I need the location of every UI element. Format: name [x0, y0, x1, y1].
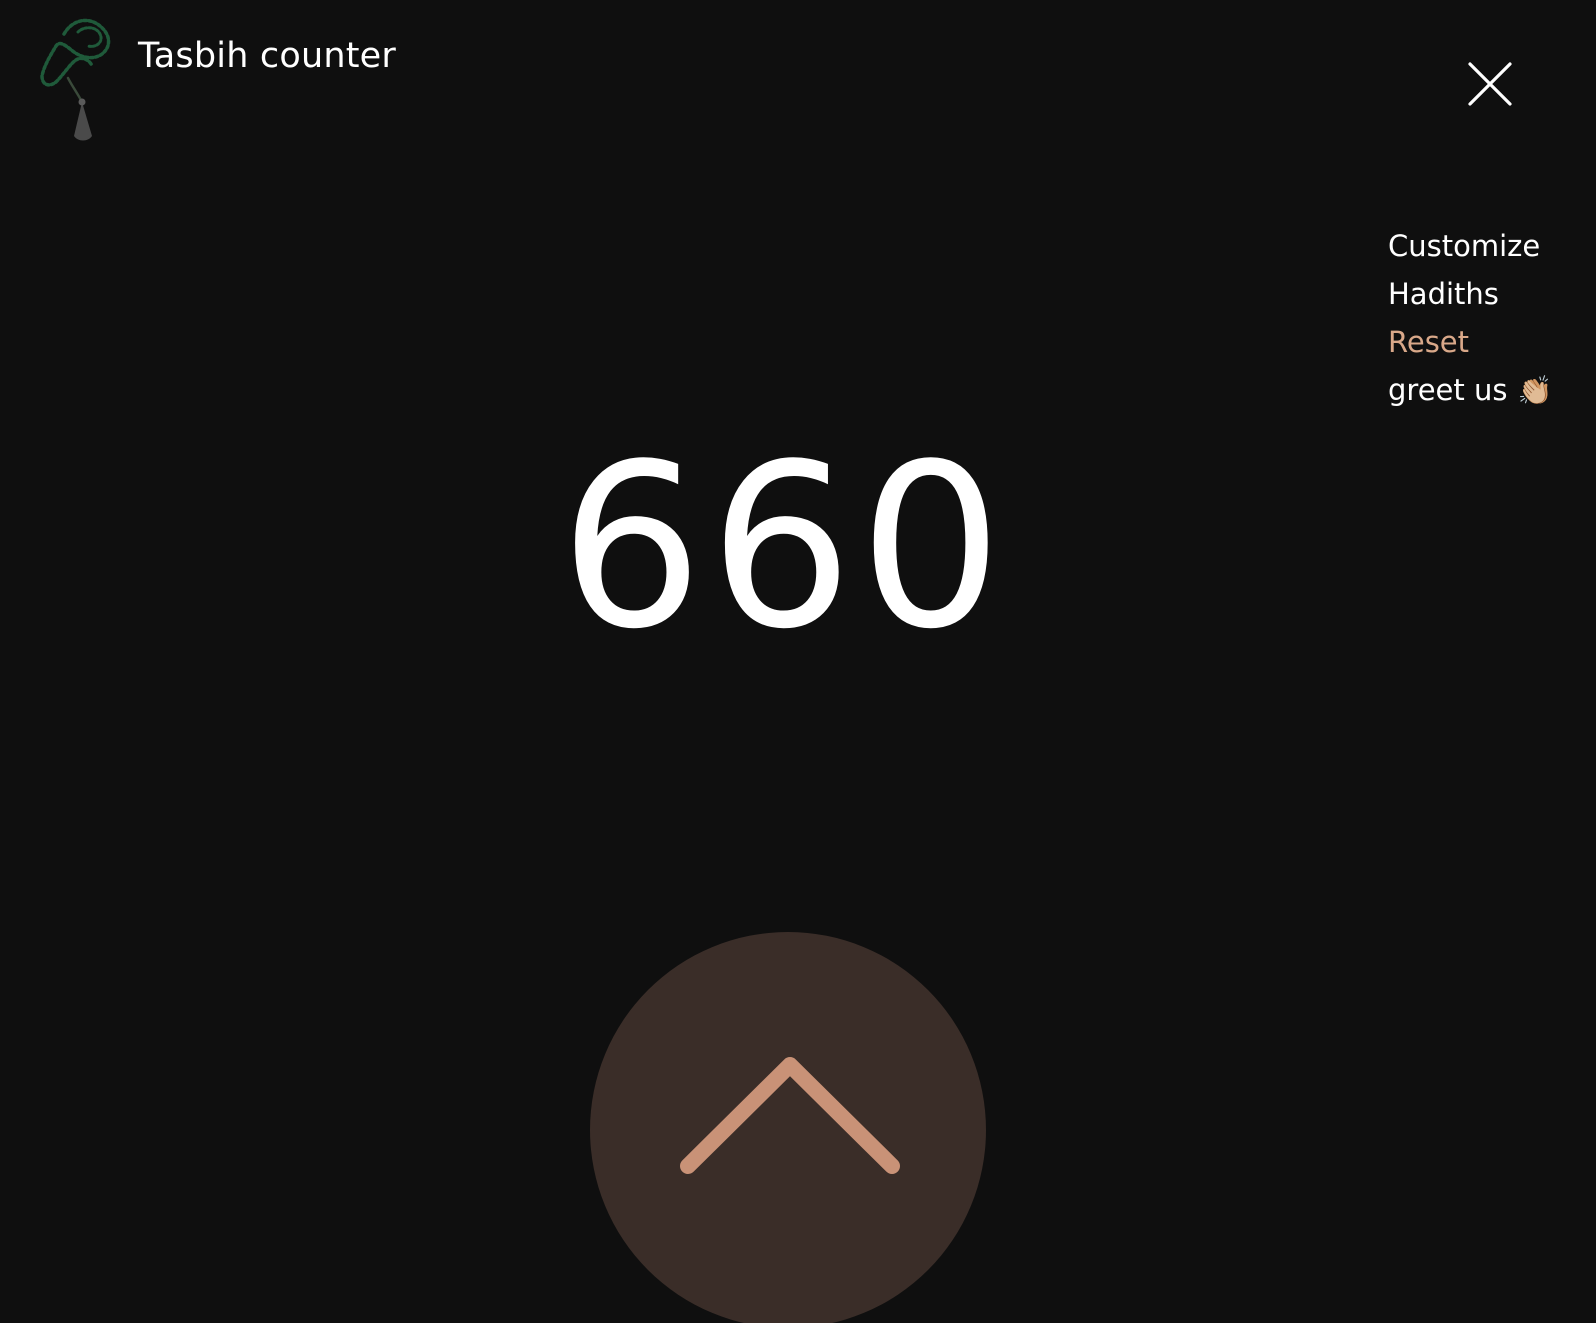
menu-item-label: greet us: [1388, 373, 1508, 407]
chevron-up-icon: [680, 1057, 900, 1174]
close-button[interactable]: [1462, 56, 1518, 112]
menu-list: Customize Hadiths Reset greet us 👏🏼: [1388, 222, 1552, 415]
menu-item-greet-us[interactable]: greet us 👏🏼: [1388, 366, 1552, 415]
clapping-hands-icon: 👏🏼: [1517, 374, 1553, 407]
menu-item-label: Reset: [1388, 325, 1470, 359]
counter-value: 660: [559, 416, 1009, 679]
menu-item-label: Hadiths: [1388, 277, 1499, 311]
brand-link[interactable]: Tasbih counter: [38, 16, 396, 148]
increment-button[interactable]: [590, 932, 986, 1323]
prayer-beads-icon: [38, 16, 114, 148]
app-title: Tasbih counter: [138, 36, 396, 76]
close-icon: [1468, 62, 1512, 106]
menu-item-customize[interactable]: Customize: [1388, 222, 1552, 270]
menu-item-label: Customize: [1388, 229, 1541, 263]
menu-item-reset[interactable]: Reset: [1388, 318, 1552, 366]
tasbih-app: Tasbih counter Customize Hadiths Reset g…: [0, 0, 1596, 1323]
menu-item-hadiths[interactable]: Hadiths: [1388, 270, 1552, 318]
